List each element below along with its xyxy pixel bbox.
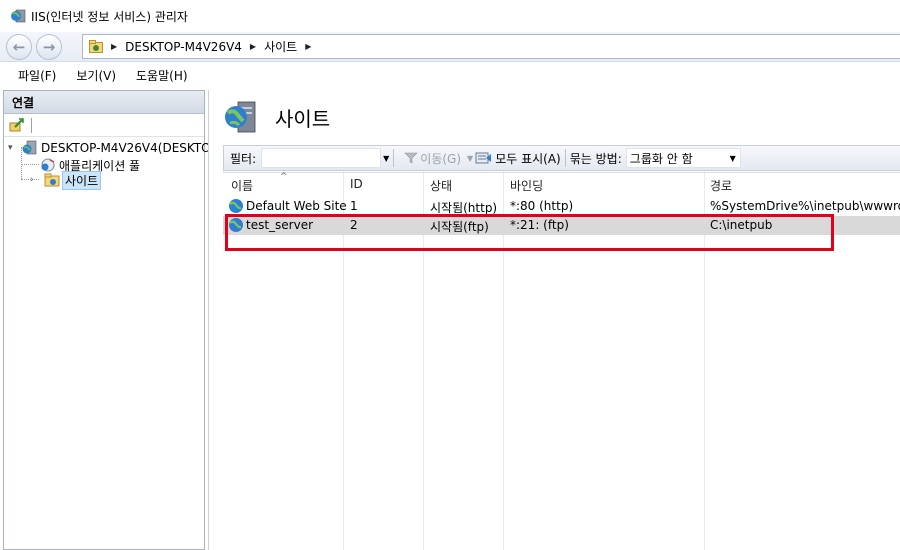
website-globe-icon [229, 218, 243, 232]
column-header-binding[interactable]: 바인딩 [510, 177, 543, 194]
forward-button[interactable]: → [36, 33, 62, 60]
iis-icon [11, 9, 26, 23]
dropdown-arrow-icon: ▼ [729, 153, 736, 163]
menu-help[interactable]: 도움말(H) [136, 67, 188, 84]
tree-item-sites[interactable]: › 사이트 [30, 170, 102, 190]
filter-input[interactable] [261, 148, 382, 168]
connections-toolbar [4, 114, 204, 137]
back-button[interactable]: ← [6, 33, 32, 60]
breadcrumb-server[interactable]: DESKTOP-M4V26V4 [125, 40, 242, 54]
list-header: ^ 이름 ID 상태 바인딩 경로 [223, 172, 900, 195]
folder-icon [44, 173, 60, 187]
website-globe-icon [229, 199, 243, 213]
connect-icon[interactable] [9, 117, 25, 133]
title-bar: IIS(인터넷 정보 서비스) 관리자 [0, 0, 900, 32]
connections-pane: 연결 ▾ DESKTOP-M4V26V4(DESKTOP-M4V26V4) 애플… [3, 90, 284, 550]
content-pane: 사이트 필터: ▼ 이동(G) ▼ 모두 표시(A) 묶는 방법: 그룹화 안 … [208, 90, 900, 550]
cell-id: 1 [350, 199, 358, 213]
menu-file[interactable]: 파일(F) [18, 67, 56, 84]
toolbar-separator [31, 117, 32, 133]
menu-view[interactable]: 보기(V) [76, 67, 116, 84]
chevron-right-icon[interactable]: ▶ [305, 42, 311, 51]
column-header-id[interactable]: ID [350, 177, 363, 191]
expand-icon[interactable]: › [30, 175, 40, 185]
show-all-icon [475, 152, 492, 164]
dropdown-arrow-icon[interactable]: ▼ [383, 154, 389, 163]
table-row[interactable]: Default Web Site 1 시작됨(http) *:80 (http)… [223, 197, 900, 216]
tree-line [21, 164, 39, 165]
window-title: IIS(인터넷 정보 서비스) 관리자 [31, 9, 188, 24]
table-row[interactable]: test_server 2 시작됨(ftp) *:21: (ftp) C:\in… [223, 216, 900, 235]
dropdown-arrow-icon[interactable]: ▼ [467, 154, 473, 163]
go-button-label: 이동(G) [420, 151, 462, 166]
cell-binding: *:21: (ftp) [510, 218, 569, 232]
cell-status: 시작됨(http) [430, 201, 498, 215]
address-bar: ← → ▶ DESKTOP-M4V26V4 ▶ 사이트 ▶ [0, 32, 900, 62]
filter-toolbar: 필터: ▼ 이동(G) ▼ 모두 표시(A) 묶는 방법: 그룹화 안 함 ▼ [223, 145, 900, 171]
menu-bar: 파일(F) 보기(V) 도움말(H) [0, 63, 900, 88]
collapse-icon[interactable]: ▾ [8, 143, 18, 153]
breadcrumb-sites[interactable]: 사이트 [264, 38, 297, 55]
cell-path: %SystemDrive%\inetpub\wwwroot [710, 199, 900, 213]
breadcrumb[interactable]: ▶ DESKTOP-M4V26V4 ▶ 사이트 ▶ [82, 34, 900, 59]
cell-name: Default Web Site [246, 199, 347, 213]
cell-name: test_server [246, 218, 314, 232]
page-header: 사이트 [223, 99, 330, 135]
sites-icon [225, 101, 256, 133]
filter-funnel-icon [404, 152, 419, 164]
connections-header: 연결 [4, 91, 204, 114]
column-header-name[interactable]: 이름 [231, 177, 253, 194]
cell-status: 시작됨(ftp) [430, 220, 489, 234]
group-by-label: 묶는 방법: [569, 151, 622, 166]
page-title: 사이트 [275, 106, 331, 131]
server-icon [22, 140, 37, 155]
filter-label: 필터: [230, 151, 257, 166]
go-button[interactable]: 이동(G) [404, 150, 461, 167]
sort-ascending-icon: ^ [280, 172, 288, 182]
cell-path: C:\inetpub [710, 218, 773, 232]
group-by-select[interactable]: 그룹화 안 함 ▼ [625, 148, 741, 168]
show-all-button[interactable]: 모두 표시(A) [475, 150, 561, 167]
cell-binding: *:80 (http) [510, 199, 574, 213]
chevron-right-icon[interactable]: ▶ [111, 42, 117, 51]
column-header-status[interactable]: 상태 [430, 177, 452, 194]
column-header-path[interactable]: 경로 [710, 177, 732, 194]
show-all-label: 모두 표시(A) [495, 151, 561, 166]
cell-id: 2 [350, 218, 358, 232]
toolbar-separator [564, 149, 566, 167]
sites-list: ^ 이름 ID 상태 바인딩 경로 Default Web Site 1 시작됨… [223, 172, 900, 550]
group-by-value: 그룹화 안 함 [629, 151, 693, 166]
toolbar-separator [393, 149, 395, 167]
chevron-right-icon[interactable]: ▶ [250, 42, 256, 51]
folder-icon [89, 40, 103, 53]
tree-label-sites: 사이트 [61, 170, 102, 190]
